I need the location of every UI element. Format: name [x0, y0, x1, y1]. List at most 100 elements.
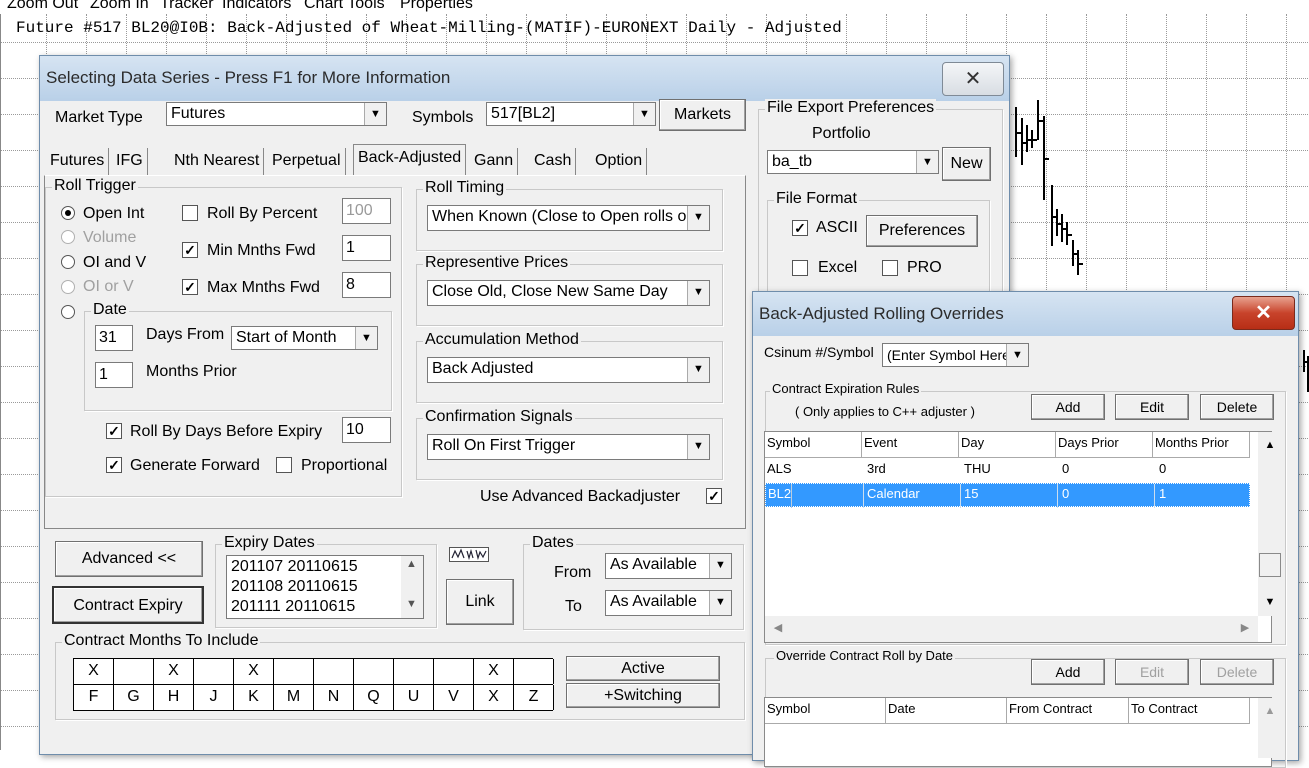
oi-and-v-radio[interactable] [61, 255, 75, 269]
scroll-up-icon[interactable]: ▲ [1259, 701, 1281, 723]
expiry-dates-scrollbar[interactable]: ▲ ▼ [401, 556, 423, 618]
tab-nth-nearest[interactable]: Nth Nearest [170, 148, 265, 175]
scroll-down-icon[interactable]: ▼ [1259, 592, 1281, 614]
rules-horizontal-scrollbar[interactable]: ◀ ▶ [765, 616, 1258, 642]
accumulation-method-select[interactable]: Back Adjusted ▼ [427, 357, 710, 383]
col-symbol[interactable]: Symbol [765, 432, 862, 458]
tab-cash[interactable]: Cash [530, 148, 577, 175]
month-letter[interactable]: J [194, 685, 234, 710]
roll-by-days-input[interactable]: 10 [342, 417, 391, 443]
dialog-close-button[interactable]: ✕ [942, 62, 1004, 96]
col-date[interactable]: Date [886, 698, 1007, 724]
symbols-select[interactable]: 517[BL2] ▼ [486, 102, 656, 126]
month-toggle-mark[interactable] [114, 659, 154, 684]
month-letter[interactable]: F [74, 685, 114, 710]
switching-button[interactable]: +Switching [566, 683, 720, 708]
month-letter[interactable]: V [434, 685, 474, 710]
col-days-prior[interactable]: Days Prior [1056, 432, 1153, 458]
representive-prices-select[interactable]: Close Old, Close New Same Day ▼ [427, 280, 710, 306]
col-day[interactable]: Day [959, 432, 1056, 458]
min-mnths-fwd-input[interactable]: 1 [342, 235, 391, 261]
month-toggle-mark[interactable] [354, 659, 394, 684]
tab-perpetual[interactable]: Perpetual [268, 148, 346, 175]
dates-from-select[interactable]: As Available ▼ [605, 553, 732, 579]
list-item[interactable]: 201111 20110615 [231, 598, 355, 618]
month-letter[interactable]: K [234, 685, 274, 710]
overrides-close-button[interactable]: ✕ [1232, 296, 1295, 330]
menu-zoom-in[interactable]: Zoom In [90, 0, 149, 13]
tab-option[interactable]: Option [591, 148, 648, 175]
override-delete-button[interactable]: Delete [1200, 659, 1274, 685]
days-input[interactable]: 31 [95, 325, 133, 351]
months-prior-input[interactable]: 1 [95, 362, 133, 388]
roll-by-days-checkbox[interactable]: ✓ [106, 423, 122, 439]
preferences-button[interactable]: Preferences [866, 215, 978, 247]
generate-forward-checkbox[interactable]: ✓ [106, 457, 122, 473]
days-from-select[interactable]: Start of Month ▼ [231, 326, 378, 350]
active-button[interactable]: Active [566, 656, 720, 681]
month-letter[interactable]: Q [354, 685, 394, 710]
rules-vertical-scrollbar[interactable]: ▲ ▼ [1258, 432, 1282, 616]
col-symbol[interactable]: Symbol [765, 698, 886, 724]
month-toggle-mark[interactable] [314, 659, 354, 684]
month-letter[interactable]: G [114, 685, 154, 710]
month-letter[interactable]: U [394, 685, 434, 710]
list-item[interactable]: 201108 20110615 [231, 578, 358, 598]
override-edit-button[interactable]: Edit [1115, 659, 1189, 685]
override-roll-table[interactable]: Symbol Date From Contract To Contract ▲ [764, 697, 1282, 767]
open-int-radio[interactable] [61, 206, 75, 220]
edit-rule-button[interactable]: Edit [1115, 394, 1189, 420]
month-letter[interactable]: M [274, 685, 314, 710]
menu-zoom-out[interactable]: Zoom Out [7, 0, 78, 13]
roll-timing-select[interactable]: When Known (Close to Open rolls or ▼ [427, 205, 710, 231]
scroll-down-icon[interactable]: ▼ [406, 598, 417, 610]
override-add-button[interactable]: Add [1031, 659, 1105, 685]
use-advanced-checkbox[interactable]: ✓ [706, 488, 722, 504]
expiration-rules-table[interactable]: Symbol Event Day Days Prior Months Prior… [764, 431, 1282, 643]
month-toggle-mark[interactable] [274, 659, 314, 684]
month-toggle-mark[interactable]: X [474, 659, 514, 684]
csinum-select[interactable]: (Enter Symbol Here ▼ [882, 343, 1029, 367]
tab-back-adjusted[interactable]: Back-Adjusted [353, 144, 467, 175]
expiry-dates-list[interactable]: 201107 20110615 201108 20110615 201111 2… [226, 555, 424, 619]
delete-rule-button[interactable]: Delete [1200, 394, 1274, 420]
link-button[interactable]: Link [446, 579, 514, 625]
month-toggle-mark[interactable] [514, 659, 554, 684]
col-to-contract[interactable]: To Contract [1129, 698, 1250, 724]
chart-link-icon[interactable] [449, 547, 489, 562]
override-vertical-scrollbar[interactable]: ▲ [1258, 698, 1282, 758]
menu-properties[interactable]: Properties [400, 0, 473, 13]
add-rule-button[interactable]: Add [1031, 394, 1105, 420]
scroll-left-icon[interactable]: ◀ [767, 618, 789, 640]
ascii-checkbox[interactable]: ✓ [792, 220, 808, 236]
col-from-contract[interactable]: From Contract [1007, 698, 1129, 724]
dates-to-select[interactable]: As Available ▼ [605, 590, 732, 616]
excel-checkbox[interactable] [792, 260, 808, 276]
scroll-right-icon[interactable]: ▶ [1234, 618, 1256, 640]
month-letter[interactable]: X [474, 685, 514, 710]
date-radio[interactable] [61, 305, 75, 319]
table-row[interactable]: ALS 3rd THU 0 0 [765, 459, 1250, 483]
portfolio-select[interactable]: ba_tb ▼ [767, 150, 939, 174]
tab-futures[interactable]: Futures [46, 148, 110, 175]
confirmation-signals-select[interactable]: Roll On First Trigger ▼ [427, 434, 710, 460]
roll-by-percent-input[interactable]: 100 [342, 198, 391, 224]
contract-expiry-button[interactable]: Contract Expiry [52, 586, 204, 624]
max-mnths-fwd-input[interactable]: 8 [342, 272, 391, 298]
month-toggle-mark[interactable]: X [234, 659, 274, 684]
list-item[interactable]: 201107 20110615 [231, 558, 358, 578]
table-row-selected[interactable]: BL2 Calendar 15 0 1 [765, 483, 1250, 508]
pro-checkbox[interactable] [882, 260, 898, 276]
tab-ifg[interactable]: IFG [112, 148, 148, 175]
month-letter[interactable]: N [314, 685, 354, 710]
month-letter[interactable]: H [154, 685, 194, 710]
volume-radio[interactable] [61, 230, 75, 244]
month-toggle-mark[interactable] [434, 659, 474, 684]
tab-gann[interactable]: Gann [470, 148, 519, 175]
month-toggle-mark[interactable]: X [74, 659, 114, 684]
month-toggle-mark[interactable] [394, 659, 434, 684]
col-months-prior[interactable]: Months Prior [1153, 432, 1250, 458]
month-letter[interactable]: Z [514, 685, 554, 710]
min-mnths-fwd-checkbox[interactable]: ✓ [182, 242, 198, 258]
roll-by-percent-checkbox[interactable] [182, 205, 198, 221]
